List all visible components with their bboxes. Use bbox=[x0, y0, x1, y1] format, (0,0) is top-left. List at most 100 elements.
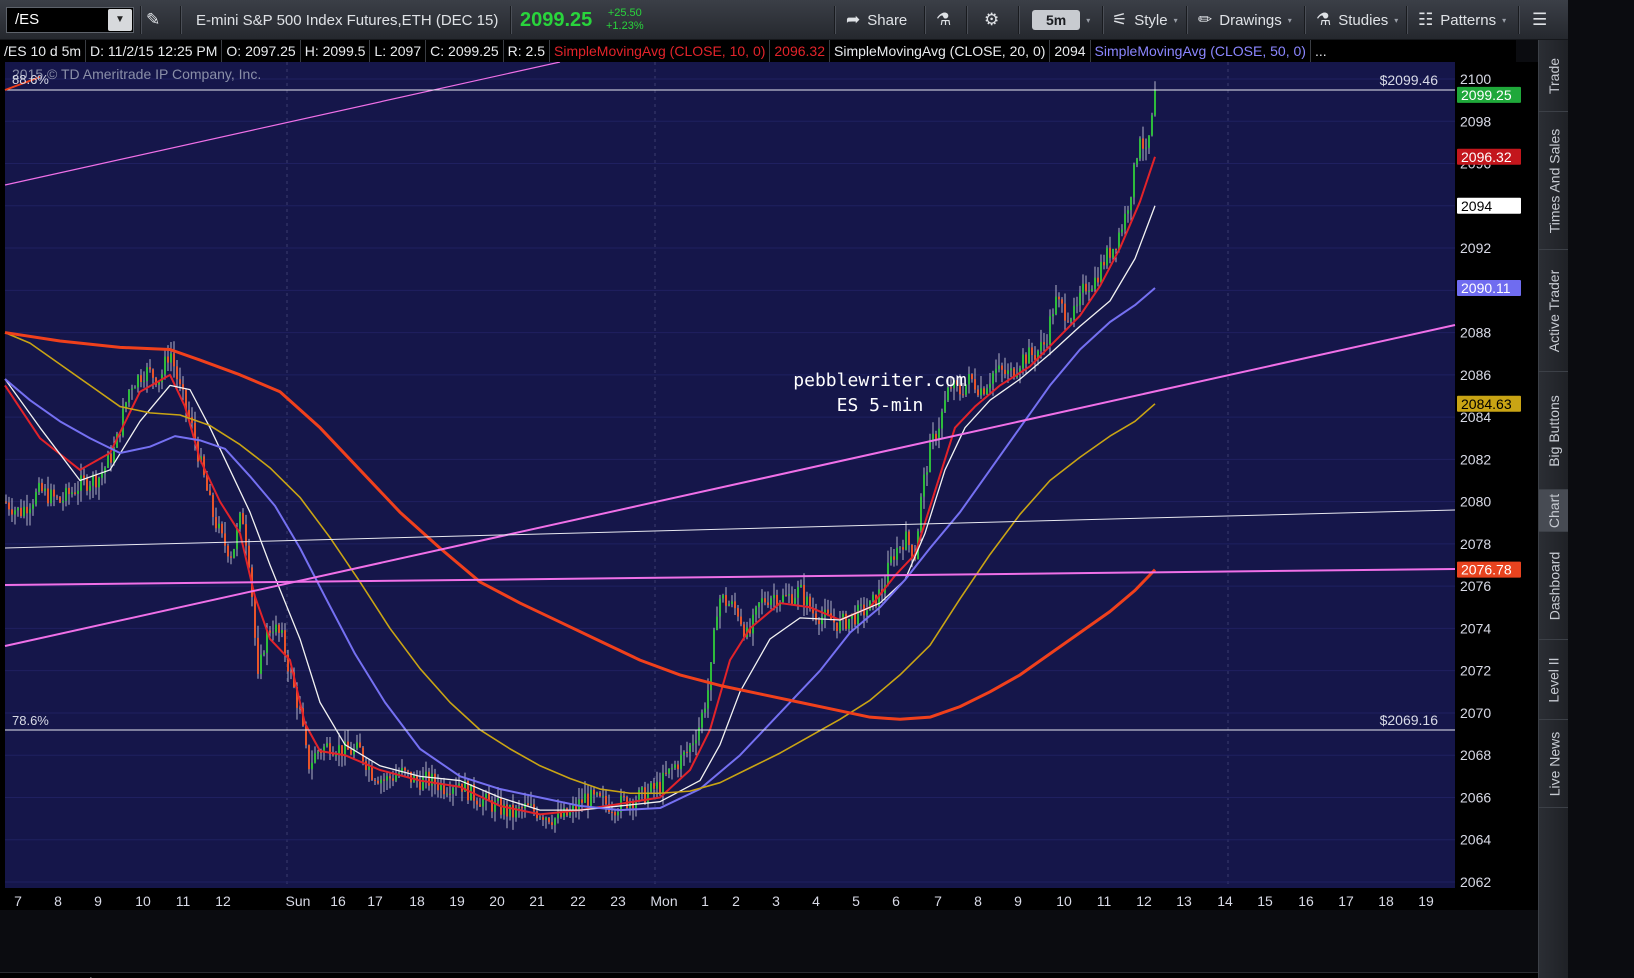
candle-body bbox=[1061, 299, 1063, 304]
symbol-dropdown-button[interactable]: ▼ bbox=[108, 9, 132, 31]
more-studies[interactable]: ... bbox=[1311, 40, 1331, 62]
candle-body bbox=[800, 584, 802, 588]
candle-body bbox=[992, 373, 994, 384]
candle-body bbox=[317, 751, 319, 754]
candle-body bbox=[80, 475, 82, 491]
chart-canvas[interactable]: 2100209820962094209220902088208620842082… bbox=[0, 61, 1538, 910]
gear-icon[interactable]: ⚙ bbox=[984, 0, 1006, 40]
candle-body bbox=[47, 488, 49, 504]
flask-icon[interactable]: ⚗ bbox=[936, 0, 958, 40]
sma10-label[interactable]: SimpleMovingAvg (CLOSE, 10, 0) bbox=[550, 40, 771, 62]
main-toolbar: /ES ▼ ✎ E-mini S&P 500 Index Futures,ETH… bbox=[0, 0, 1634, 40]
y-tick-label: 2066 bbox=[1460, 789, 1491, 805]
bar-close: C: 2099.25 bbox=[426, 40, 504, 62]
candle-body bbox=[569, 811, 571, 816]
candle-body bbox=[1103, 261, 1105, 266]
sidebar-tab-label: Active Trader bbox=[1546, 269, 1563, 352]
x-tick-label: 16 bbox=[1298, 893, 1314, 909]
candle-body bbox=[1049, 316, 1051, 344]
sma50-label[interactable]: SimpleMovingAvg (CLOSE, 50, 0) bbox=[1091, 40, 1311, 62]
copyright-text: 2015 © TD Ameritrade IP Company, Inc. bbox=[12, 66, 261, 82]
candle-body bbox=[1154, 89, 1156, 116]
candle-body bbox=[383, 779, 385, 781]
menu-icon[interactable]: ☰ bbox=[1532, 0, 1554, 40]
x-tick-label: 11 bbox=[1097, 893, 1112, 909]
chart-period: /ES 10 d 5m bbox=[0, 40, 87, 62]
timeframe-selector[interactable]: 5m ▾ bbox=[1032, 0, 1090, 40]
candle-body bbox=[530, 804, 532, 806]
studies-button[interactable]: ⚗ Studies ▾ bbox=[1316, 0, 1398, 40]
x-tick-label: 7 bbox=[14, 893, 22, 909]
candle-body bbox=[1076, 305, 1078, 307]
candle-body bbox=[782, 595, 784, 602]
candle-body bbox=[716, 616, 718, 630]
sidebar-tab-big-buttons[interactable]: Big Buttons bbox=[1539, 372, 1569, 490]
candle-body bbox=[995, 369, 997, 374]
price-badge-text: 2076.78 bbox=[1461, 562, 1512, 578]
candle-body bbox=[1031, 347, 1033, 356]
y-tick-label: 2076 bbox=[1460, 578, 1491, 594]
price-badge-text: 2084.63 bbox=[1461, 396, 1512, 412]
fib-bottom-label: 78.6% bbox=[12, 713, 49, 728]
candle-body bbox=[596, 792, 598, 795]
candle-body bbox=[56, 496, 58, 498]
candle-body bbox=[1028, 347, 1030, 364]
y-tick-label: 2068 bbox=[1460, 747, 1491, 763]
candle-body bbox=[101, 473, 103, 478]
sidebar-tab-chart[interactable]: Chart bbox=[1539, 490, 1569, 532]
candle-body bbox=[692, 743, 694, 746]
candle-body bbox=[377, 780, 379, 784]
sma10-value: 2096.32 bbox=[770, 40, 830, 62]
price-badge-text: 2099.25 bbox=[1461, 87, 1512, 103]
candle-body bbox=[1001, 365, 1003, 370]
price-badge-text: 2096.32 bbox=[1461, 149, 1512, 165]
candle-body bbox=[167, 356, 169, 363]
candle-body bbox=[83, 475, 85, 479]
candle-body bbox=[182, 384, 184, 390]
candle-body bbox=[290, 671, 292, 673]
share-button[interactable]: ➦ Share bbox=[846, 0, 907, 40]
candle-body bbox=[1100, 261, 1102, 283]
candle-body bbox=[872, 594, 874, 601]
sidebar-tab-label: Dashboard bbox=[1546, 551, 1562, 620]
x-tick-label: 22 bbox=[570, 893, 586, 909]
sidebar-tab-active-trader[interactable]: Active Trader bbox=[1539, 250, 1569, 372]
x-tick-label: 10 bbox=[1056, 893, 1072, 909]
candle-body bbox=[368, 766, 370, 770]
candle-body bbox=[371, 766, 373, 780]
sidebar-tab-dashboard[interactable]: Dashboard bbox=[1539, 532, 1569, 640]
candle-body bbox=[32, 504, 34, 509]
candle-body bbox=[920, 496, 922, 532]
candle-body bbox=[395, 775, 397, 781]
price-chart[interactable]: 2100209820962094209220902088208620842082… bbox=[0, 61, 1538, 978]
candle-body bbox=[1130, 197, 1132, 211]
candle-body bbox=[488, 793, 490, 801]
patterns-button[interactable]: ☷ Patterns ▾ bbox=[1418, 0, 1506, 40]
sidebar-tab-trade[interactable]: Trade bbox=[1539, 40, 1569, 112]
candle-body bbox=[653, 783, 655, 789]
bar-date: D: 11/2/15 12:25 PM bbox=[86, 40, 223, 62]
candle-body bbox=[512, 804, 514, 818]
sidebar-tab-times-and-sales[interactable]: Times And Sales bbox=[1539, 112, 1569, 250]
x-tick-label: 2 bbox=[732, 893, 740, 909]
style-button[interactable]: ⚟ Style ▾ bbox=[1112, 0, 1178, 40]
drawings-button[interactable]: ✏ Drawings ▾ bbox=[1198, 0, 1292, 40]
candle-body bbox=[593, 789, 595, 795]
candle-body bbox=[1064, 303, 1066, 321]
candle-body bbox=[662, 772, 664, 793]
candle-body bbox=[929, 439, 931, 473]
candle-body bbox=[260, 654, 262, 674]
chart-navigation-bar: ⊕ ⊕ ⊖ ⧸ ||| ‹ › ◂▸ bbox=[0, 972, 1538, 978]
sidebar-tab-live-news[interactable]: Live News bbox=[1539, 720, 1569, 808]
caret-down-icon: ▾ bbox=[1086, 15, 1091, 25]
candle-body bbox=[14, 510, 16, 515]
candle-body bbox=[527, 803, 529, 806]
candle-body bbox=[896, 547, 898, 560]
candle-body bbox=[140, 375, 142, 382]
candle-body bbox=[1055, 296, 1057, 315]
link-icon[interactable]: ✎ bbox=[146, 0, 167, 40]
sma20-label[interactable]: SimpleMovingAvg (CLOSE, 20, 0) bbox=[830, 40, 1051, 62]
candle-body bbox=[773, 595, 775, 599]
sidebar-tab-level-ii[interactable]: Level II bbox=[1539, 640, 1569, 720]
candle-body bbox=[107, 454, 109, 468]
